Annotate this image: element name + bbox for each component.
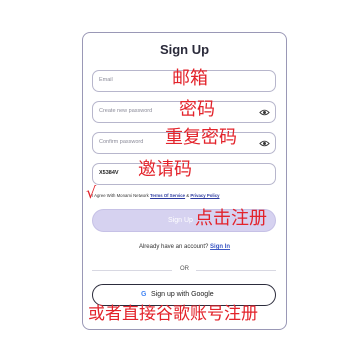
eye-icon[interactable]	[259, 107, 270, 118]
annotation-password: 密码	[179, 99, 215, 120]
divider-right	[196, 270, 276, 271]
terms-prefix: I Agree With Monami Network	[92, 193, 149, 198]
signin-link[interactable]: Sign In	[210, 244, 230, 250]
google-signup-button[interactable]: G Sign up with Google	[92, 284, 276, 306]
annotation-google-hint: 或者直接谷歌账号注册	[88, 304, 258, 324]
terms-and: &	[186, 193, 190, 198]
terms-link[interactable]: Terms Of Service	[150, 193, 185, 198]
annotation-click-signup: 点击注册	[195, 208, 267, 229]
terms-agreement[interactable]: I Agree With Monami Network Terms Of Ser…	[92, 193, 220, 198]
google-icon: G	[141, 291, 147, 298]
confirm-password-placeholder: Confirm password	[99, 139, 144, 145]
google-signup-label: Sign up with Google	[151, 291, 214, 298]
signup-button-label: Sign Up	[168, 217, 193, 224]
annotation-email: 邮箱	[172, 68, 208, 89]
email-placeholder: Email	[99, 77, 113, 83]
invite-code-value: X5384V	[99, 170, 119, 176]
already-have-account: Already have an account? Sign In	[83, 244, 286, 250]
eye-icon[interactable]	[259, 138, 270, 149]
password-placeholder: Create new password	[99, 108, 153, 114]
check-mark-annotation: √	[86, 183, 97, 202]
or-separator: OR	[180, 266, 189, 272]
page-title: Sign Up	[159, 42, 210, 57]
already-text: Already have an account?	[138, 244, 209, 250]
privacy-link[interactable]: Privacy Policy	[190, 193, 219, 198]
annotation-invite-code: 邀请码	[138, 159, 192, 180]
annotation-confirm-password: 重复密码	[165, 127, 237, 148]
